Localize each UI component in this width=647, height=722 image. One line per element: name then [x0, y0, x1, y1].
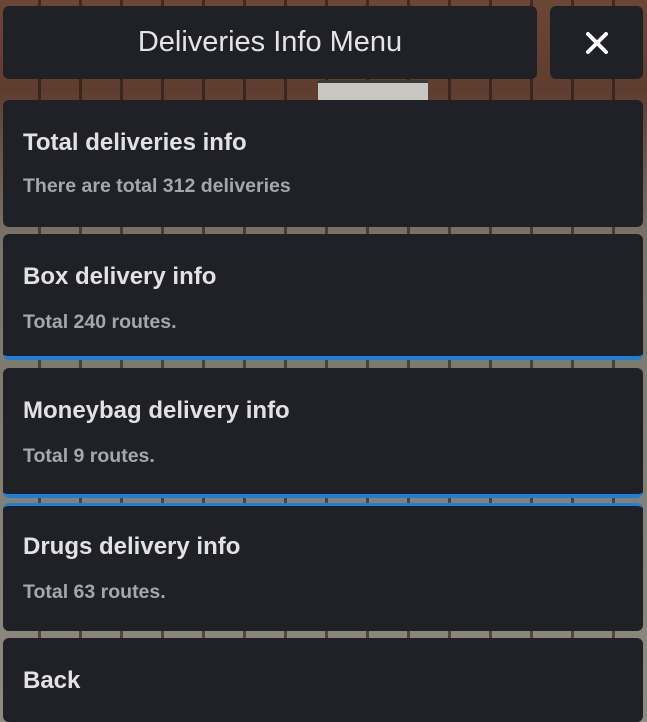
menu-title: Deliveries Info Menu [137, 26, 403, 58]
menu-item-subtitle: Total 240 routes. [23, 311, 177, 333]
close-button[interactable] [550, 6, 643, 79]
menu-item-subtitle: Total 63 routes. [23, 581, 166, 603]
menu-item-moneybag-delivery[interactable]: Moneybag delivery info Total 9 routes. [3, 368, 643, 498]
menu-header: Deliveries Info Menu [3, 6, 537, 79]
back-button[interactable]: Back [3, 638, 643, 722]
menu-item-title: Box delivery info [23, 263, 217, 290]
menu-item-total-deliveries[interactable]: Total deliveries info There are total 31… [3, 100, 643, 227]
menu-item-title: Drugs delivery info [23, 533, 241, 560]
menu-item-subtitle: Total 9 routes. [23, 445, 155, 467]
back-label: Back [23, 667, 81, 694]
menu-item-title: Total deliveries info [23, 129, 247, 156]
close-icon [585, 31, 608, 54]
menu-item-drugs-delivery[interactable]: Drugs delivery info Total 63 routes. [3, 503, 643, 631]
menu-item-subtitle: There are total 312 deliveries [23, 175, 291, 197]
menu-item-box-delivery[interactable]: Box delivery info Total 240 routes. [3, 234, 643, 360]
menu-item-title: Moneybag delivery info [23, 397, 290, 424]
